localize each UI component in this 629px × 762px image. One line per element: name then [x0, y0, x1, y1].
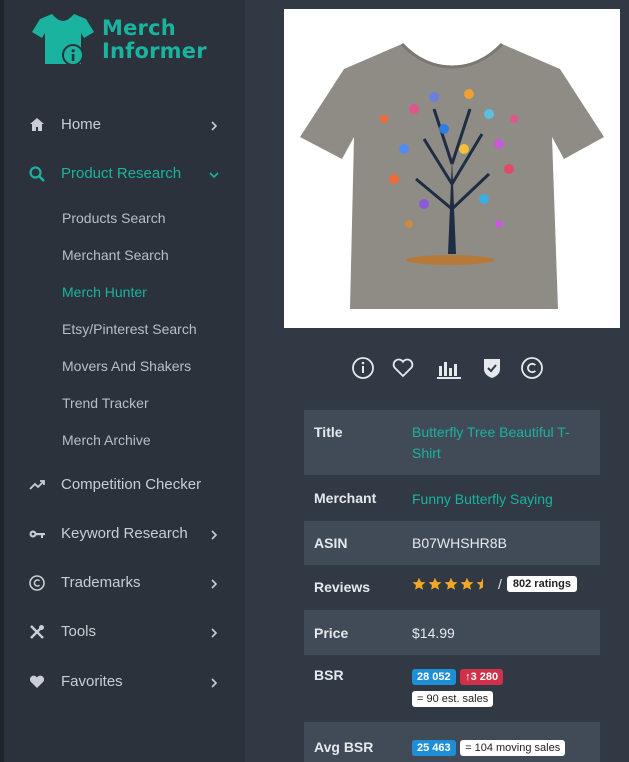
chevron-right-icon	[211, 678, 218, 688]
row-asin: ASIN B07WHSHR8B	[304, 521, 600, 565]
heart-icon[interactable]	[391, 356, 415, 380]
sidebar-item-keyword-research[interactable]: Keyword Research	[4, 519, 245, 549]
sidebar-item-competition-checker[interactable]: Competition Checker	[4, 470, 245, 500]
bsr-badge: 28 052	[412, 669, 456, 685]
sidebar-item-label: Trademarks	[61, 574, 141, 591]
row-label: Title	[314, 424, 343, 440]
row-label: BSR	[314, 667, 344, 683]
sidebar-item-label: Favorites	[61, 673, 123, 690]
brand-line-2: Informer	[102, 39, 207, 63]
product-title-link[interactable]: Butterfly Tree Beautiful T-Shirt	[412, 422, 587, 464]
search-icon	[29, 166, 45, 182]
star-icon	[444, 577, 458, 590]
product-actions	[284, 350, 620, 386]
sidebar-item-home[interactable]: Home	[4, 110, 245, 140]
product-info-table: Title Butterfly Tree Beautiful T-Shirt M…	[304, 410, 600, 762]
row-merchant: Merchant Funny Butterfly Saying	[304, 475, 600, 521]
copyright-icon	[29, 575, 45, 591]
sidebar-item-trademarks[interactable]: Trademarks	[4, 568, 245, 598]
row-reviews: Reviews / 802 ratings	[304, 565, 600, 610]
tshirt-image	[300, 42, 604, 309]
sidebar: Merch Informer Home Product Research Pro…	[4, 0, 245, 762]
row-label: Merchant	[314, 490, 377, 506]
bsr-change-value: 3 280	[470, 671, 499, 683]
sidebar-subitem-products-search[interactable]: Products Search	[62, 210, 166, 226]
tshirt-info-icon	[32, 14, 94, 66]
brand-name: Merch Informer	[102, 17, 207, 63]
home-icon	[30, 118, 44, 131]
row-bsr: BSR 28 052 ↑3 280 = 90 est. sales	[304, 655, 600, 722]
brand-line-1: Merch	[102, 16, 176, 40]
row-title: Title Butterfly Tree Beautiful T-Shirt	[304, 410, 600, 475]
sidebar-item-label: Keyword Research	[61, 525, 188, 542]
sidebar-item-label: Competition Checker	[61, 476, 202, 493]
star-icon	[428, 577, 442, 590]
avg-bsr-badge: 25 463	[412, 740, 456, 756]
bsr-badges: 28 052 ↑3 280	[412, 667, 504, 685]
shield-check-icon[interactable]	[480, 356, 504, 380]
sidebar-item-label: Product Research	[61, 165, 182, 182]
bsr-change-badge: ↑3 280	[460, 669, 504, 685]
est-sales-badge: = 90 est. sales	[412, 691, 494, 707]
merchant-link[interactable]: Funny Butterfly Saying	[412, 489, 592, 510]
sidebar-item-product-research[interactable]: Product Research	[4, 159, 245, 189]
tools-icon	[30, 625, 44, 639]
sidebar-subitem-trend-tracker[interactable]: Trend Tracker	[62, 395, 149, 411]
chevron-down-icon	[209, 172, 219, 179]
sidebar-item-tools[interactable]: Tools	[4, 617, 245, 647]
star-half-icon	[476, 577, 483, 590]
sidebar-item-label: Tools	[61, 623, 97, 640]
sidebar-subitem-merchant-search[interactable]: Merchant Search	[62, 247, 169, 263]
star-icon	[412, 577, 426, 590]
sidebar-subitem-movers-and-shakers[interactable]: Movers And Shakers	[62, 358, 191, 374]
trending-icon	[29, 480, 45, 490]
sidebar-item-label: Home	[61, 116, 102, 133]
avg-bsr-badges: 25 463 = 104 moving sales	[412, 738, 566, 756]
row-price: Price $14.99	[304, 610, 600, 655]
info-icon[interactable]	[351, 356, 375, 380]
asin-value: B07WHSHR8B	[412, 535, 507, 551]
row-label: Avg BSR	[314, 739, 374, 755]
star-icon	[460, 577, 474, 590]
row-label: Price	[314, 625, 349, 641]
price-value: $14.99	[412, 625, 455, 641]
sidebar-subitem-merch-hunter[interactable]: Merch Hunter	[62, 284, 147, 300]
product-image[interactable]	[284, 9, 620, 328]
rating-stars: / 802 ratings	[412, 575, 577, 593]
copyright-icon[interactable]	[520, 356, 544, 380]
sidebar-item-favorites[interactable]: Favorites	[4, 667, 245, 697]
sidebar-subitem-merch-archive[interactable]: Merch Archive	[62, 432, 151, 448]
est-sales-wrap: = 90 est. sales	[412, 689, 494, 707]
sidebar-subitem-etsy-pinterest-search[interactable]: Etsy/Pinterest Search	[62, 321, 197, 337]
chevron-right-icon	[211, 530, 218, 540]
ratings-count-badge: 802 ratings	[506, 576, 577, 592]
moving-sales-badge: = 104 moving sales	[460, 740, 566, 756]
row-label: ASIN	[314, 535, 348, 551]
chevron-right-icon	[211, 628, 218, 638]
chevron-right-icon	[211, 579, 218, 589]
separator: /	[498, 576, 502, 592]
chevron-right-icon	[211, 121, 218, 131]
logo[interactable]: Merch Informer	[32, 12, 232, 72]
key-icon	[29, 530, 45, 538]
chart-icon[interactable]	[435, 356, 463, 380]
heart-icon	[29, 675, 45, 688]
row-label: Reviews	[314, 579, 371, 595]
row-avg-bsr: Avg BSR 25 463 = 104 moving sales	[304, 722, 600, 762]
